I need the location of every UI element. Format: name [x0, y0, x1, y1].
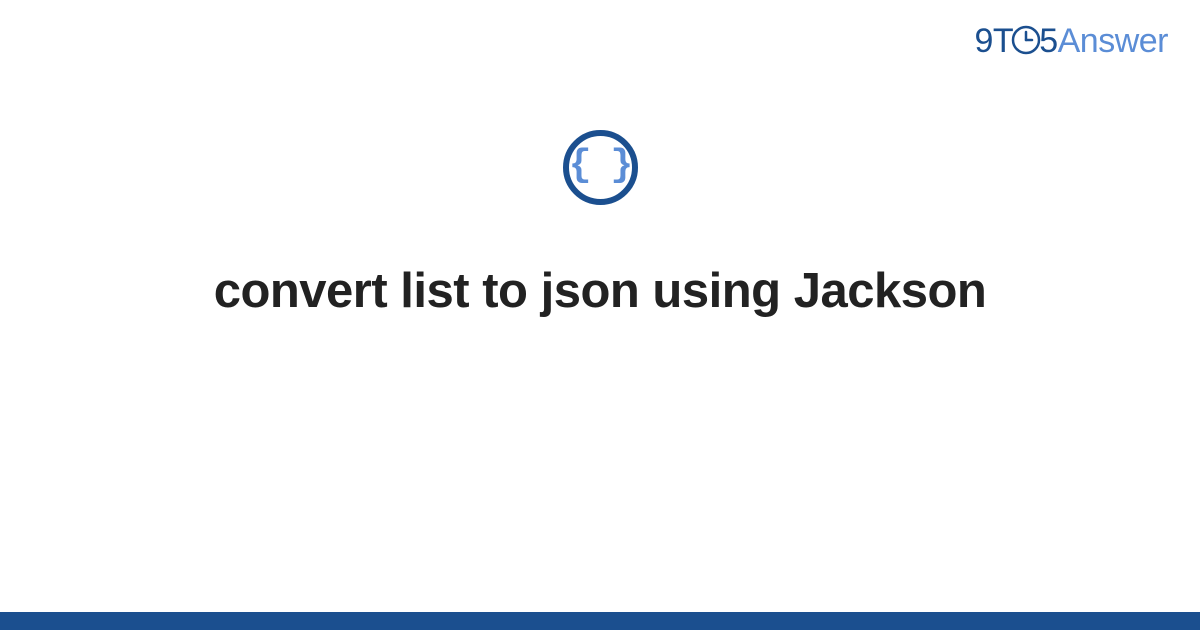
footer-bar: [0, 612, 1200, 630]
brand-part-9t: 9T: [975, 22, 1014, 60]
clock-icon: [1011, 25, 1041, 64]
brand-logo[interactable]: 9T 5Answer: [975, 22, 1168, 61]
brand-part-5: 5: [1039, 22, 1057, 60]
brand-part-answer: Answer: [1058, 22, 1168, 60]
topic-badge: { }: [563, 130, 638, 205]
page-title: convert list to json using Jackson: [214, 263, 987, 319]
main-content: { } convert list to json using Jackson: [0, 130, 1200, 319]
code-braces-icon: { }: [569, 147, 631, 185]
